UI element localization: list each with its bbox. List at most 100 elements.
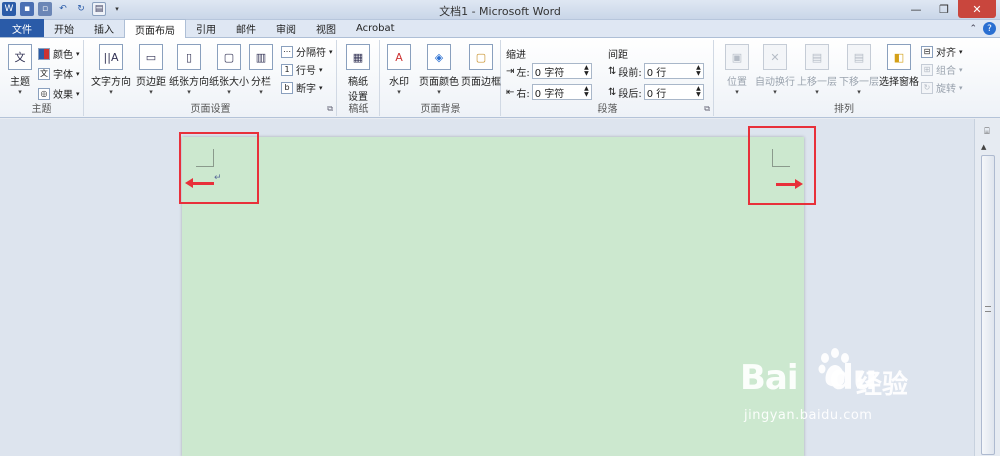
theme-button[interactable]: 文 主题 ▾	[0, 44, 40, 96]
group-arrange: ▣ 位置 ▾ ✕ 自动换行 ▾ ▤ 上移一层 ▾ ▤ 下移一层 ▾ ◧ 选择窗格…	[715, 40, 973, 116]
group-draft: ▦ 稿纸 设置 稿纸	[338, 40, 380, 116]
scroll-up-icon[interactable]: ▲	[981, 143, 986, 151]
page-borders-icon: ▢	[469, 44, 493, 70]
group-label-draft: 稿纸	[348, 104, 369, 115]
view-ruler-icon[interactable]: ⌸	[980, 125, 994, 139]
page-size-icon: ▢	[217, 44, 241, 70]
spinner-icon[interactable]: ▲ ▼	[696, 86, 701, 98]
highlight-box-left	[179, 132, 259, 204]
hyphenation-button[interactable]: b 断字 ▾	[281, 80, 323, 95]
selection-pane-button[interactable]: ◧ 选择窗格	[877, 44, 921, 88]
window-controls: — ❐ ✕	[902, 0, 996, 18]
tab-home[interactable]: 开始	[44, 19, 84, 37]
dialog-launcher-icon[interactable]: ⧉	[704, 104, 710, 114]
highlight-box-right	[748, 126, 816, 205]
bring-forward-button[interactable]: ▤ 上移一层 ▾	[795, 44, 839, 96]
group-label-page-background: 页面背景	[420, 104, 461, 115]
scroll-thumb[interactable]	[981, 155, 995, 455]
spacing-before-input[interactable]: 0 行 ▲ ▼	[643, 63, 704, 79]
help-icon[interactable]: ?	[983, 22, 996, 35]
spacing-after-input[interactable]: 0 行 ▲ ▼	[643, 84, 704, 100]
send-backward-icon: ▤	[847, 44, 871, 70]
fonts-button[interactable]: 文 字体 ▾	[38, 66, 80, 81]
title-bar: W ▪ ▫ ↶ ↻ ▤ ▾ 文档1 - Microsoft Word — ❐ ✕	[0, 0, 1000, 20]
tab-references[interactable]: 引用	[186, 19, 226, 37]
position-button[interactable]: ▣ 位置 ▾	[719, 44, 755, 96]
watermark-button[interactable]: A 水印 ▾	[381, 44, 417, 96]
align-icon: ⊟	[921, 45, 933, 58]
chevron-down-icon: ▾	[18, 88, 22, 96]
close-button[interactable]: ✕	[958, 0, 996, 18]
orientation-icon: ▯	[177, 44, 201, 70]
group-paragraph: 缩进 间距 ⇥ 左: 0 字符 ▲ ▼ ⇤ 右: 0 字符 ▲ ▼ ⇅ 段前: 0 …	[502, 40, 714, 116]
tab-page-layout[interactable]: 页面布局	[124, 19, 186, 38]
send-backward-button[interactable]: ▤ 下移一层 ▾	[837, 44, 881, 96]
colors-button[interactable]: 颜色 ▾	[38, 46, 80, 61]
spacing-before-control: ⇅ 段前: 0 行 ▲ ▼	[608, 63, 704, 79]
document-page[interactable]: ↵	[182, 137, 804, 456]
draft-paper-icon: ▦	[346, 44, 370, 70]
position-icon: ▣	[725, 44, 749, 70]
baidu-paw-icon	[818, 348, 849, 387]
wrap-text-button[interactable]: ✕ 自动换行 ▾	[753, 44, 797, 96]
minimize-ribbon-icon[interactable]: ⌃	[969, 24, 977, 34]
watermark-url: jingyan.baidu.com	[744, 408, 873, 423]
spacing-after-control: ⇅ 段后: 0 行 ▲ ▼	[608, 84, 704, 100]
tab-file[interactable]: 文件	[0, 19, 44, 37]
tab-review[interactable]: 审阅	[266, 19, 306, 37]
align-button[interactable]: ⊟ 对齐 ▾	[921, 44, 963, 59]
page-borders-button[interactable]: ▢ 页面边框	[459, 44, 503, 88]
tab-mailings[interactable]: 邮件	[226, 19, 266, 37]
margins-icon: ▭	[139, 44, 163, 70]
rotate-button[interactable]: ↻ 旋转 ▾	[921, 80, 963, 95]
group-page-background: A 水印 ▾ ◈ 页面颜色 ▾ ▢ 页面边框 页面背景	[381, 40, 501, 116]
wrap-text-icon: ✕	[763, 44, 787, 70]
vertical-scrollbar[interactable]: ⌸ ▲	[974, 119, 1000, 456]
line-numbers-button[interactable]: 1 行号 ▾	[281, 62, 323, 77]
arrow-left-icon	[185, 178, 214, 188]
group-label-theme: 主题	[31, 104, 52, 115]
help-area: ⌃ ?	[969, 22, 996, 35]
tab-insert[interactable]: 插入	[84, 19, 124, 37]
group-icon: ⊞	[921, 63, 933, 76]
group-label-page-setup: 页面设置	[190, 104, 231, 115]
spinner-icon[interactable]: ▲ ▼	[696, 65, 701, 77]
indent-left-input[interactable]: 0 字符 ▲ ▼	[531, 63, 592, 79]
breaks-icon: ⋯	[281, 45, 293, 58]
breaks-button[interactable]: ⋯ 分隔符 ▾	[281, 44, 333, 59]
indent-right-input[interactable]: 0 字符 ▲ ▼	[531, 84, 592, 100]
watermark-cn: 经验	[856, 370, 909, 400]
tab-view[interactable]: 视图	[306, 19, 346, 37]
group-label-paragraph: 段落	[597, 104, 618, 115]
tab-acrobat[interactable]: Acrobat	[346, 19, 405, 37]
watermark-icon: A	[387, 44, 411, 70]
spinner-icon[interactable]: ▲ ▼	[584, 65, 589, 77]
indent-left-icon: ⇥	[506, 65, 515, 77]
columns-button[interactable]: ▥ 分栏 ▾	[243, 44, 279, 96]
dialog-launcher-icon[interactable]: ⧉	[327, 104, 333, 114]
text-direction-button[interactable]: ||A 文字方向 ▾	[89, 44, 133, 96]
minimize-button[interactable]: —	[902, 0, 930, 18]
rotate-icon: ↻	[921, 81, 933, 94]
arrow-right-icon	[776, 179, 803, 189]
text-direction-icon: ||A	[99, 44, 123, 70]
ribbon-tabs: 文件 开始 插入 页面布局 引用 邮件 审阅 视图 Acrobat ⌃ ?	[0, 19, 1000, 38]
indent-right-icon: ⇤	[506, 86, 515, 98]
indent-right-control: ⇤ 右: 0 字符 ▲ ▼	[506, 84, 592, 100]
spinner-icon[interactable]: ▲ ▼	[584, 86, 589, 98]
group-theme: 文 主题 ▾ 颜色 ▾ 文 字体 ▾ ◎ 效果 ▾ 主题	[0, 40, 84, 116]
spacing-before-icon: ⇅	[608, 65, 617, 77]
spacing-label: 间距	[608, 50, 628, 61]
draft-settings-button[interactable]: ▦ 稿纸 设置	[338, 44, 378, 103]
effects-button[interactable]: ◎ 效果 ▾	[38, 86, 80, 101]
group-objects-button[interactable]: ⊞ 组合 ▾	[921, 62, 963, 77]
bring-forward-icon: ▤	[805, 44, 829, 70]
restore-button[interactable]: ❐	[930, 0, 958, 18]
page-color-button[interactable]: ◈ 页面颜色 ▾	[417, 44, 461, 96]
grip-icon	[985, 306, 991, 312]
columns-icon: ▥	[249, 44, 273, 70]
spacing-after-icon: ⇅	[608, 86, 617, 98]
margins-button[interactable]: ▭ 页边距 ▾	[131, 44, 171, 96]
theme-icon: 文	[8, 44, 32, 70]
orientation-button[interactable]: ▯ 纸张方向 ▾	[167, 44, 211, 96]
